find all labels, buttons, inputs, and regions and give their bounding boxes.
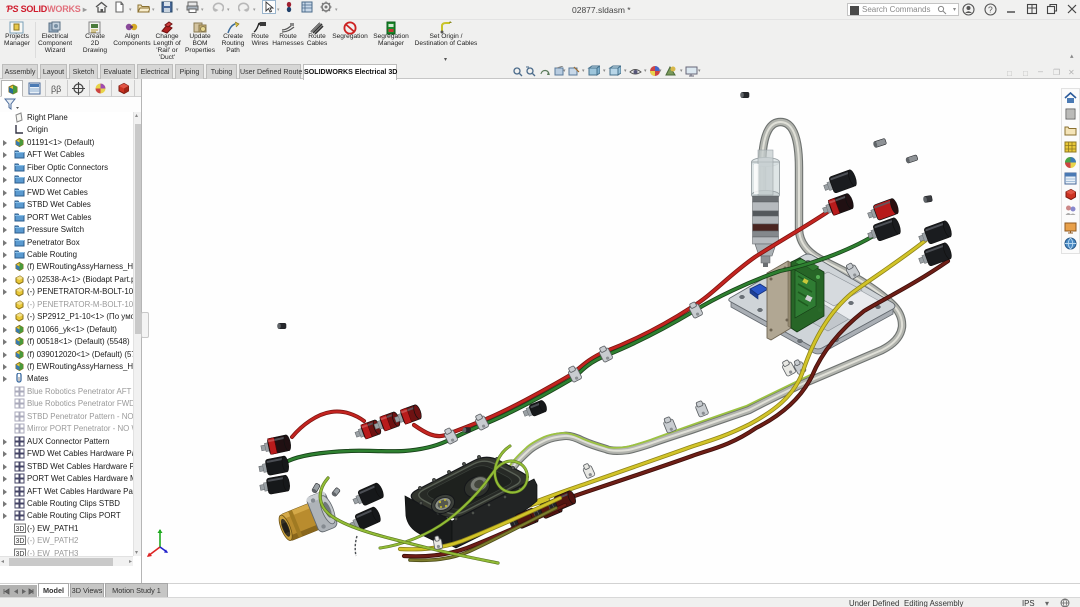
svg-text:3D: 3D bbox=[16, 526, 25, 533]
svg-text:?: ? bbox=[988, 5, 993, 15]
svg-text:3D: 3D bbox=[16, 538, 25, 545]
svg-text:ββ: ββ bbox=[51, 84, 61, 94]
